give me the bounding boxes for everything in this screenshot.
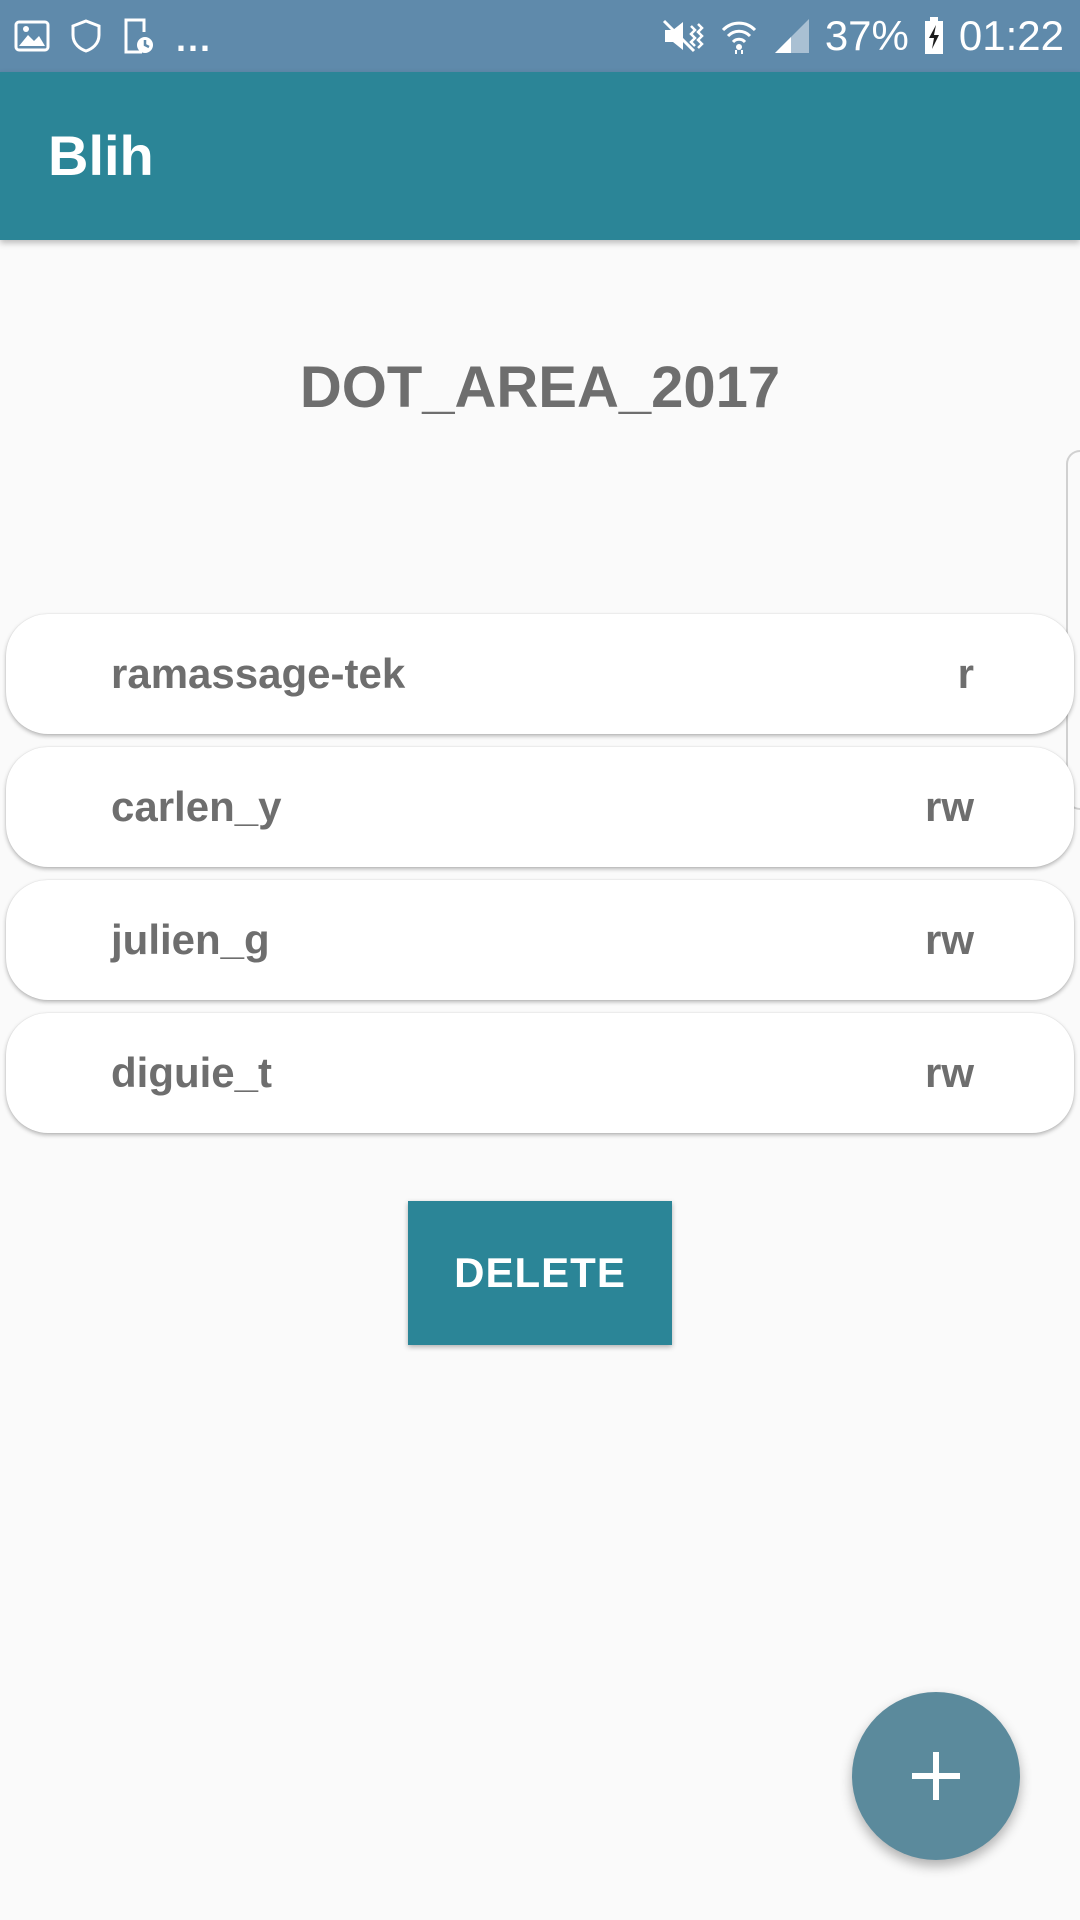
status-overflow: ... [176,18,213,59]
acl-rights: rw [924,783,974,830]
battery-percent: 37% [824,12,909,59]
acl-user: ramassage-tek [111,650,406,697]
screen: ... 37% 01:22 Blih DOT_AREA_2017 ramassa… [0,0,1080,1920]
clock: 01:22 [958,12,1064,59]
plus-icon [908,1748,964,1804]
app-title: Blih [48,124,154,187]
app-bar: Blih [0,72,1080,240]
status-right-icons: 37% 01:22 [661,12,1064,60]
acl-rights: rw [924,916,974,963]
acl-row[interactable]: julien_g rw [6,880,1074,1000]
acl-user: carlen_y [111,783,282,830]
clipboard-clock-icon [122,16,156,56]
image-icon [14,20,50,52]
mute-vibrate-icon [661,16,705,56]
acl-rights: r [957,650,974,697]
status-left-icons: ... [14,14,212,58]
shield-icon [70,18,102,54]
repo-title: DOT_AREA_2017 [299,355,781,420]
status-bar: ... 37% 01:22 [0,0,1080,72]
acl-user: diguie_t [111,1049,273,1096]
signal-icon [773,17,811,55]
acl-row[interactable]: carlen_y rw [6,747,1074,867]
add-acl-fab[interactable] [852,1692,1020,1860]
acl-list: ramassage-tek r carlen_y rw julien_g rw … [6,614,1074,1146]
battery-charging-icon [923,16,945,56]
acl-rights: rw [924,1049,974,1096]
acl-row[interactable]: diguie_t rw [6,1013,1074,1133]
wifi-icon [719,16,759,56]
delete-button[interactable]: DELETE [408,1201,672,1345]
acl-user: julien_g [111,916,270,963]
acl-row[interactable]: ramassage-tek r [6,614,1074,734]
